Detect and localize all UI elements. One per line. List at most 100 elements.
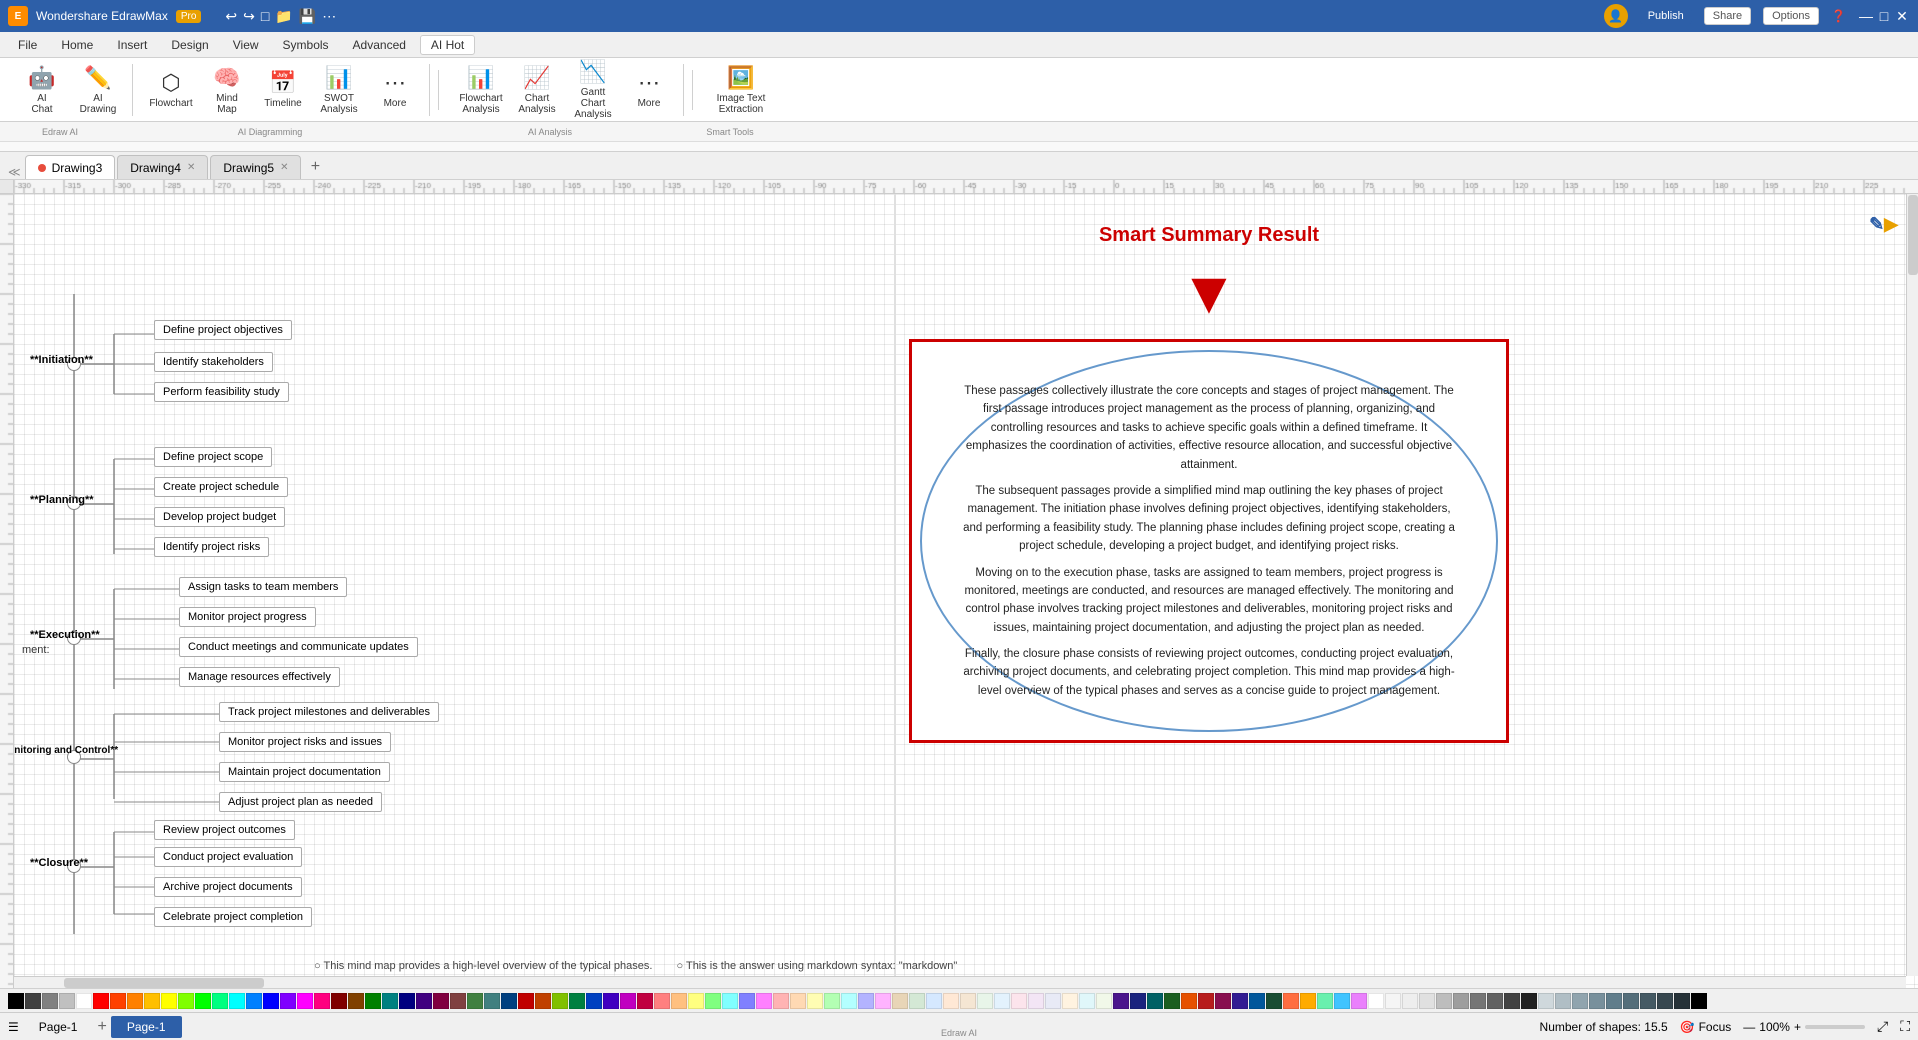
color-swatch[interactable] <box>59 993 75 1009</box>
menu-design[interactable]: Design <box>161 36 218 54</box>
color-swatch[interactable] <box>773 993 789 1009</box>
color-swatch[interactable] <box>841 993 857 1009</box>
color-swatch[interactable] <box>637 993 653 1009</box>
color-swatch[interactable] <box>1691 993 1707 1009</box>
color-swatch[interactable] <box>1385 993 1401 1009</box>
color-swatch[interactable] <box>25 993 41 1009</box>
color-swatch[interactable] <box>144 993 160 1009</box>
color-swatch[interactable] <box>416 993 432 1009</box>
color-swatch[interactable] <box>1300 993 1316 1009</box>
color-swatch[interactable] <box>722 993 738 1009</box>
color-swatch[interactable] <box>212 993 228 1009</box>
color-swatch[interactable] <box>1130 993 1146 1009</box>
color-swatch[interactable] <box>467 993 483 1009</box>
color-swatch[interactable] <box>858 993 874 1009</box>
color-swatch[interactable] <box>365 993 381 1009</box>
color-swatch[interactable] <box>348 993 364 1009</box>
color-swatch[interactable] <box>246 993 262 1009</box>
color-swatch[interactable] <box>1657 993 1673 1009</box>
color-swatch[interactable] <box>1555 993 1571 1009</box>
color-swatch[interactable] <box>756 993 772 1009</box>
color-swatch[interactable] <box>909 993 925 1009</box>
canvas-area[interactable]: ment: **Initiation** **Planning** **Exec… <box>14 194 1918 988</box>
color-swatch[interactable] <box>1674 993 1690 1009</box>
color-swatch[interactable] <box>433 993 449 1009</box>
color-swatch[interactable] <box>450 993 466 1009</box>
color-swatch[interactable] <box>790 993 806 1009</box>
color-swatch[interactable] <box>739 993 755 1009</box>
menu-advanced[interactable]: Advanced <box>343 36 416 54</box>
zoom-slider[interactable] <box>1805 1025 1865 1029</box>
maximize-btn[interactable]: □ <box>1876 8 1892 24</box>
color-swatch[interactable] <box>1436 993 1452 1009</box>
color-swatch[interactable] <box>1368 993 1384 1009</box>
color-swatch[interactable] <box>501 993 517 1009</box>
options-button[interactable]: Options <box>1763 7 1819 25</box>
color-swatch[interactable] <box>1487 993 1503 1009</box>
color-swatch[interactable] <box>620 993 636 1009</box>
color-swatch[interactable] <box>943 993 959 1009</box>
color-swatch[interactable] <box>1045 993 1061 1009</box>
color-swatch[interactable] <box>399 993 415 1009</box>
ai-drawing-btn[interactable]: ✏️ AIDrawing <box>72 66 124 114</box>
help-icon[interactable]: ❓ <box>1831 9 1846 23</box>
page-tab-1[interactable]: Page-1 <box>23 1016 94 1038</box>
color-swatch[interactable] <box>603 993 619 1009</box>
color-swatch[interactable] <box>1317 993 1333 1009</box>
tab-drawing5-close[interactable]: ✕ <box>280 162 288 173</box>
open-btn[interactable]: 📁 <box>275 8 292 25</box>
flowchart-btn[interactable]: ⬡ Flowchart <box>145 66 197 114</box>
color-swatch[interactable] <box>1096 993 1112 1009</box>
color-swatch[interactable] <box>1198 993 1214 1009</box>
color-swatch[interactable] <box>1419 993 1435 1009</box>
scrollbar-v[interactable] <box>1906 194 1918 976</box>
color-swatch[interactable] <box>42 993 58 1009</box>
swot-btn[interactable]: 📊 SWOTAnalysis <box>313 66 365 114</box>
zoom-out-btn[interactable]: — <box>1743 1020 1755 1034</box>
color-swatch[interactable] <box>229 993 245 1009</box>
save-btn[interactable]: 💾 <box>299 8 316 25</box>
color-swatch[interactable] <box>1453 993 1469 1009</box>
color-swatch[interactable] <box>93 993 109 1009</box>
chart-analysis-btn[interactable]: 📈 ChartAnalysis <box>511 66 563 114</box>
color-swatch[interactable] <box>1011 993 1027 1009</box>
color-swatch[interactable] <box>807 993 823 1009</box>
color-swatch[interactable] <box>1113 993 1129 1009</box>
tabs-nav-left[interactable]: ≪ <box>8 165 21 179</box>
publish-button[interactable]: Publish <box>1640 8 1692 24</box>
color-swatch[interactable] <box>1062 993 1078 1009</box>
color-swatch[interactable] <box>552 993 568 1009</box>
color-swatch[interactable] <box>1283 993 1299 1009</box>
scrollbar-v-thumb[interactable] <box>1908 195 1918 275</box>
color-swatch[interactable] <box>1589 993 1605 1009</box>
color-swatch[interactable] <box>1351 993 1367 1009</box>
more-analysis-btn[interactable]: ⋯ More <box>623 66 675 114</box>
color-swatch[interactable] <box>1147 993 1163 1009</box>
color-swatch[interactable] <box>178 993 194 1009</box>
color-swatch[interactable] <box>331 993 347 1009</box>
color-swatch[interactable] <box>1334 993 1350 1009</box>
redo-btn[interactable]: ↪ <box>243 8 255 25</box>
image-extraction-btn[interactable]: 🖼️ Image TextExtraction <box>709 66 773 114</box>
menu-home[interactable]: Home <box>51 36 103 54</box>
doc-tab-drawing5[interactable]: Drawing5 ✕ <box>210 155 301 179</box>
minimize-btn[interactable]: — <box>1858 8 1874 24</box>
color-swatch[interactable] <box>926 993 942 1009</box>
color-swatch[interactable] <box>1521 993 1537 1009</box>
color-swatch[interactable] <box>960 993 976 1009</box>
color-swatch[interactable] <box>824 993 840 1009</box>
ai-chat-btn[interactable]: 🤖 AIChat <box>16 66 68 114</box>
color-swatch[interactable] <box>875 993 891 1009</box>
color-swatch[interactable] <box>586 993 602 1009</box>
color-swatch[interactable] <box>569 993 585 1009</box>
zoom-in-btn[interactable]: + <box>1794 1020 1801 1034</box>
color-swatch[interactable] <box>671 993 687 1009</box>
add-tab-btn[interactable]: + <box>303 155 327 179</box>
color-swatch[interactable] <box>314 993 330 1009</box>
color-swatch[interactable] <box>1623 993 1639 1009</box>
color-swatch[interactable] <box>1572 993 1588 1009</box>
color-swatch[interactable] <box>654 993 670 1009</box>
flowchart-analysis-btn[interactable]: 📊 FlowchartAnalysis <box>455 66 507 114</box>
color-swatch[interactable] <box>518 993 534 1009</box>
fullscreen-btn[interactable]: ⛶ <box>1900 1018 1910 1035</box>
